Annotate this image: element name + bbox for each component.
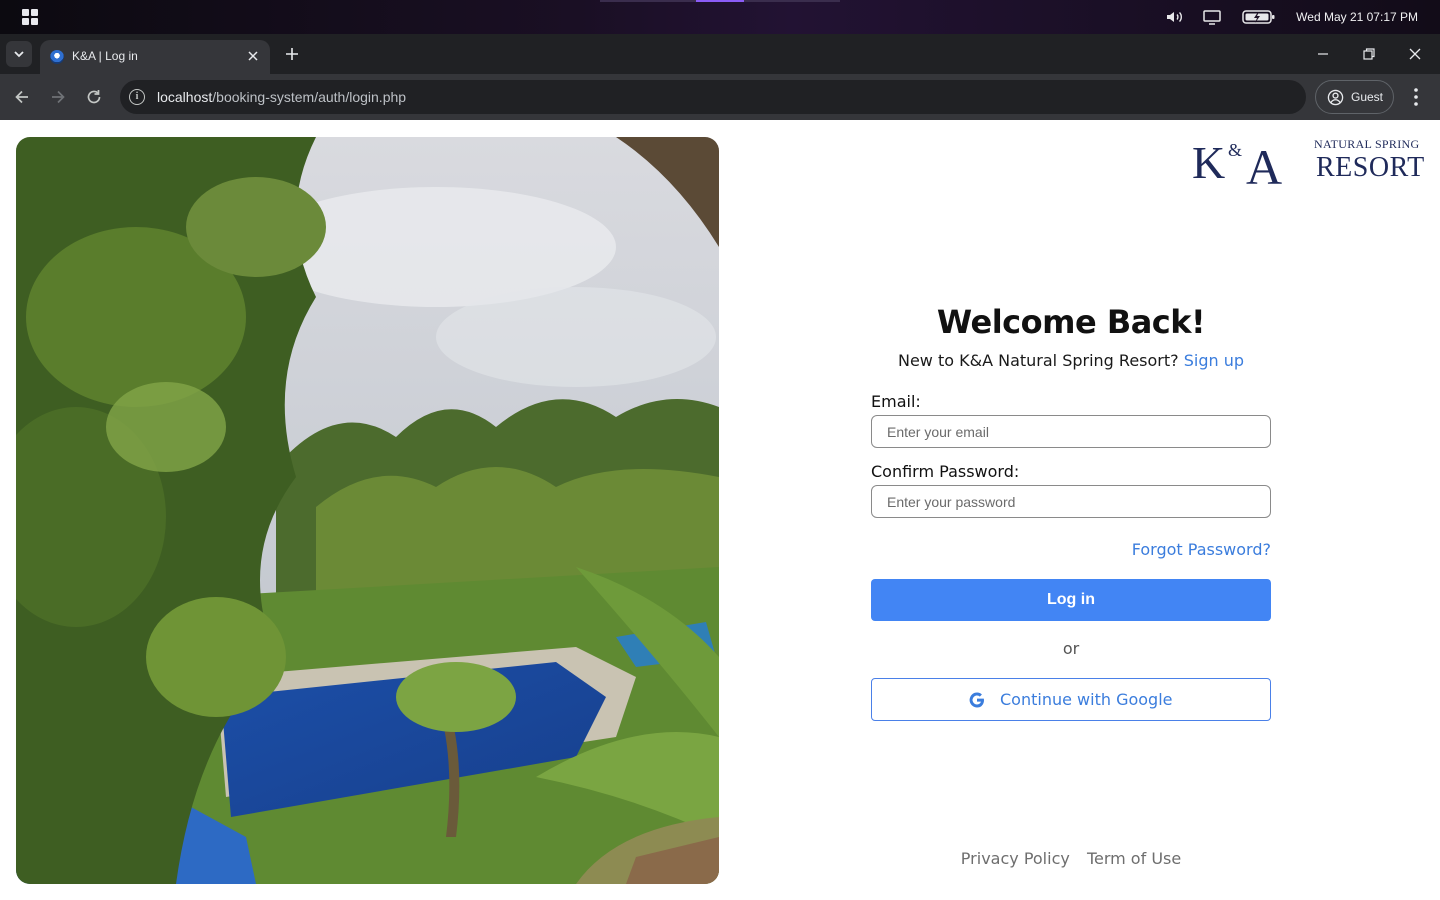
- svg-text:A: A: [1246, 139, 1282, 190]
- svg-text:&: &: [1228, 140, 1242, 160]
- google-g-icon: [969, 692, 984, 708]
- forgot-password-link[interactable]: Forgot Password?: [1132, 540, 1271, 559]
- svg-text:RESORT: RESORT: [1316, 152, 1425, 183]
- back-arrow-icon[interactable]: [12, 87, 32, 107]
- display-icon[interactable]: [1201, 8, 1223, 26]
- tab-search-button[interactable]: [6, 41, 32, 67]
- chevron-down-icon: [14, 51, 24, 58]
- system-clock[interactable]: Wed May 21 07:17 PM: [1296, 10, 1418, 24]
- browser-tabstrip: K&A | Log in: [0, 34, 1440, 74]
- signup-link[interactable]: Sign up: [1184, 351, 1244, 370]
- svg-text:K: K: [1192, 137, 1225, 188]
- close-window-icon[interactable]: [1405, 44, 1425, 64]
- signup-prompt: New to K&A Natural Spring Resort? Sign u…: [897, 351, 1245, 370]
- terms-of-use-link[interactable]: Term of Use: [1087, 849, 1181, 868]
- profile-label: Guest: [1351, 90, 1384, 104]
- reload-icon[interactable]: [84, 87, 104, 107]
- email-field[interactable]: [871, 415, 1271, 448]
- tab-title: K&A | Log in: [72, 49, 138, 63]
- forward-arrow-icon[interactable]: [48, 87, 68, 107]
- password-field[interactable]: [871, 485, 1271, 518]
- or-divider: or: [1062, 639, 1080, 658]
- address-bar[interactable]: i localhost/booking-system/auth/login.ph…: [120, 80, 1306, 114]
- resort-photo: [16, 137, 719, 884]
- address-url[interactable]: localhost/booking-system/auth/login.php: [157, 89, 406, 105]
- minimize-icon[interactable]: [1313, 44, 1333, 64]
- restore-icon[interactable]: [1359, 44, 1379, 64]
- privacy-policy-link[interactable]: Privacy Policy: [961, 849, 1070, 868]
- page-content: K & A NATURAL SPRING RESORT Welcome Back…: [0, 121, 1440, 900]
- windows-logo-icon[interactable]: [22, 9, 38, 25]
- page-title: Welcome Back!: [936, 303, 1206, 341]
- login-button[interactable]: Log in: [871, 579, 1271, 621]
- battery-charging-icon[interactable]: [1241, 8, 1277, 26]
- profile-guest-button[interactable]: Guest: [1315, 80, 1394, 114]
- volume-icon[interactable]: [1164, 8, 1186, 26]
- google-button-label: Continue with Google: [1000, 690, 1173, 709]
- os-top-bar: Wed May 21 07:17 PM: [0, 0, 1440, 34]
- close-tab-icon[interactable]: [246, 49, 260, 63]
- email-label: Email:: [871, 392, 921, 411]
- new-tab-plus-icon[interactable]: [282, 44, 302, 64]
- site-favicon-icon: [50, 50, 64, 64]
- workspace-indicator: [600, 0, 840, 2]
- browser-menu-icon[interactable]: [1410, 86, 1422, 108]
- google-signin-button[interactable]: Continue with Google: [871, 678, 1271, 721]
- ka-resort-logo[interactable]: K & A NATURAL SPRING RESORT: [1190, 134, 1426, 190]
- profile-icon: [1327, 89, 1344, 106]
- browser-tab-active[interactable]: K&A | Log in: [40, 40, 270, 74]
- site-info-icon[interactable]: i: [129, 89, 145, 105]
- password-label: Confirm Password:: [871, 462, 1020, 481]
- browser-toolbar: i localhost/booking-system/auth/login.ph…: [0, 74, 1440, 120]
- footer-links: Privacy Policy Term of Use: [871, 849, 1271, 868]
- svg-text:NATURAL SPRING: NATURAL SPRING: [1314, 137, 1419, 151]
